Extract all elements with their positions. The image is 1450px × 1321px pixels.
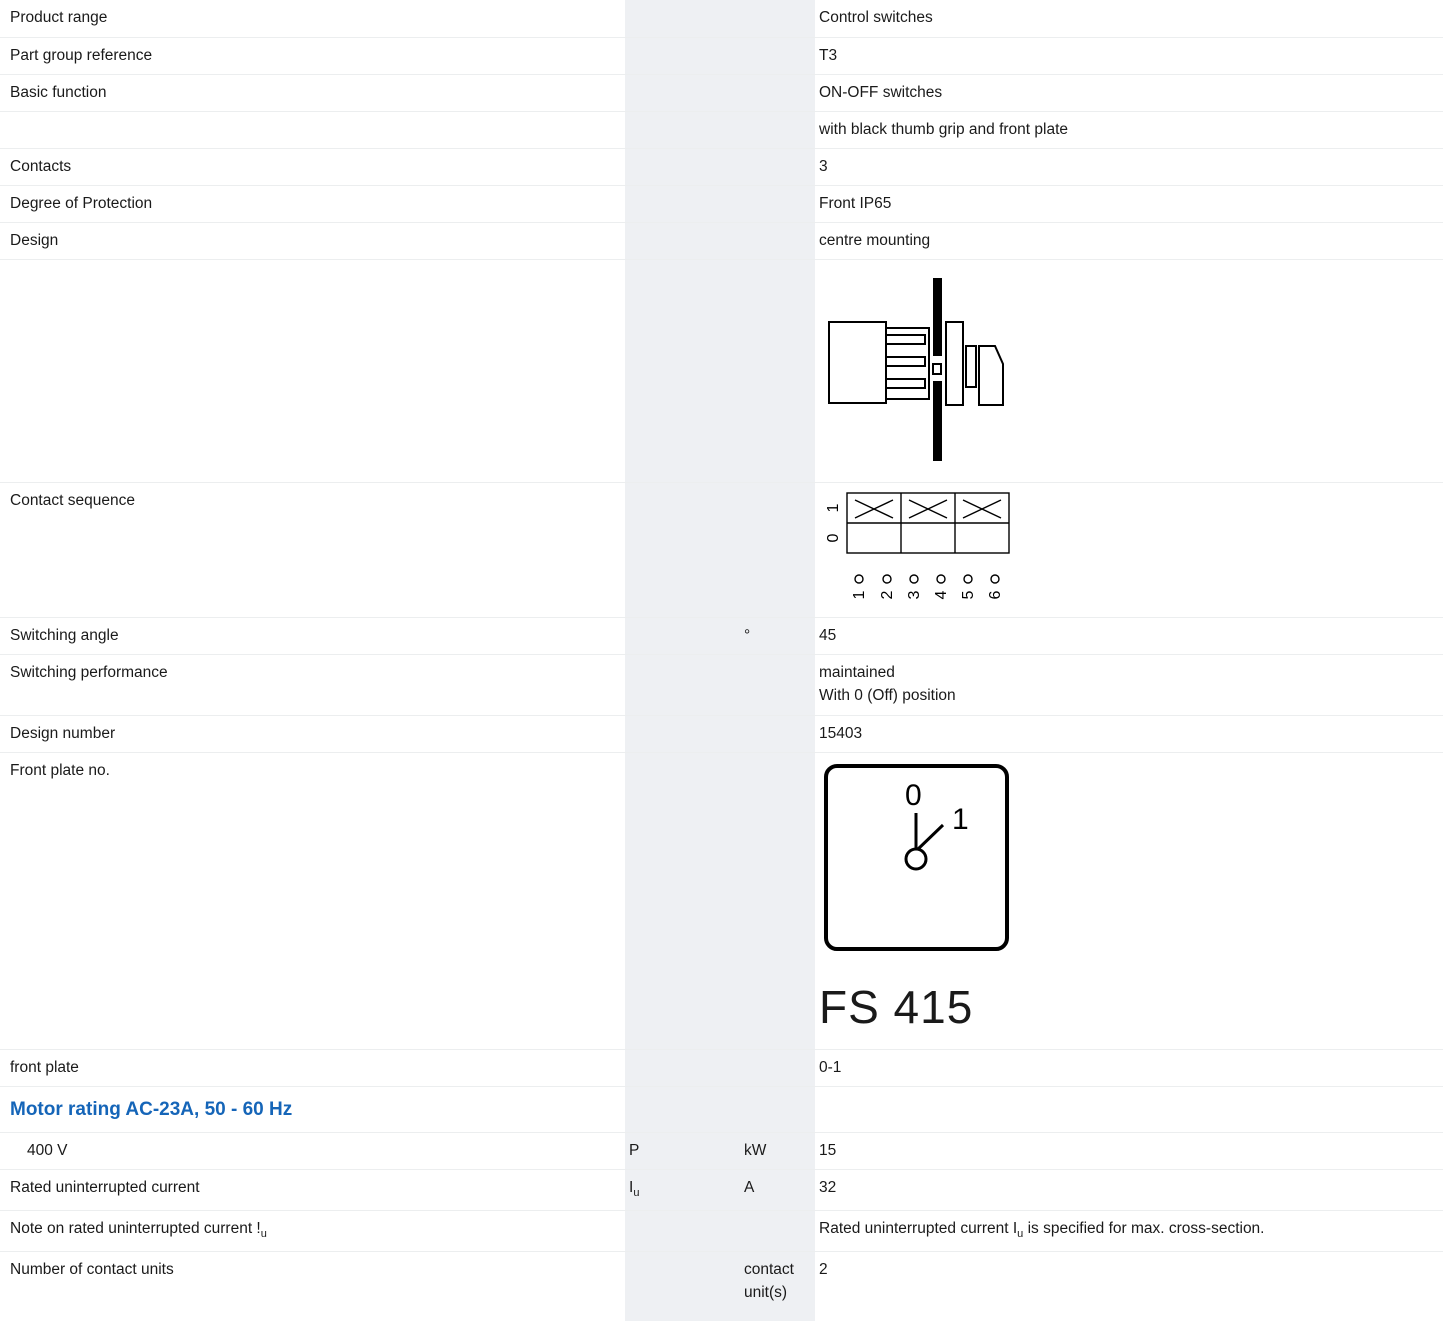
spec-value: maintained With 0 (Off) position [815,654,1443,716]
spec-value: Control switches [815,0,1443,38]
table-row: Note on rated uninterrupted current !u R… [0,1210,1443,1252]
spec-label: Rated uninterrupted current [0,1169,625,1211]
table-row: Part group reference T3 [0,37,1443,75]
table-row: Switching angle ° 45 [0,617,1443,655]
spec-label: Basic function [0,74,625,112]
section-heading: Motor rating AC-23A, 50 - 60 Hz [0,1086,625,1133]
spec-symbol: P [625,1132,740,1170]
plate-position-1: 1 [952,803,969,836]
spec-label: 400 V [0,1132,625,1170]
spec-label: Switching performance [0,654,625,716]
table-row: Switching performance maintained With 0 … [0,654,1443,716]
spec-label: Number of contact units [10,1260,174,1278]
spec-unit: A [740,1169,815,1211]
spec-value: Rated uninterrupted current Iu is specif… [815,1210,1443,1252]
table-row: Contact sequence 1 0 1 2 3 4 5 6 [0,482,1443,618]
table-row: Rated uninterrupted current Iu A 32 [0,1169,1443,1211]
spec-value: 15 [815,1132,1443,1170]
front-plate-code: FS 415 [819,980,974,1033]
spec-value: Front IP65 [815,185,1443,223]
table-row: Front plate no. 0 1 FS 415 [0,752,1443,1050]
spec-value: with black thumb grip and front plate [815,111,1443,149]
plate-position-0: 0 [905,779,922,812]
spec-value: 3 [815,148,1443,186]
position-label-1: 1 [825,503,842,512]
table-row: Basic function ON-OFF switches [0,74,1443,112]
spec-label: Design [0,222,625,260]
table-row: Number of contact units contact unit(s) … [0,1251,1443,1309]
product-spec-sheet: Product range Control switches Part grou… [0,0,1450,1321]
contact-sequence-diagram: 1 0 1 2 3 4 5 6 [825,491,1010,599]
spec-value: ON-OFF switches [815,74,1443,112]
spec-unit: contact unit(s) [744,1260,794,1301]
terminal-label: 1 [851,590,868,599]
position-label-0: 0 [825,533,842,542]
spec-label: Design number [0,715,625,753]
table-row: Design centre mounting [0,222,1443,260]
mounting-diagram-cell [815,259,1443,483]
table-row: Motor rating AC-23A, 50 - 60 Hz [0,1086,1443,1133]
spec-value: centre mounting [815,222,1443,260]
table-row: with black thumb grip and front plate [0,111,1443,149]
spec-label: Note on rated uninterrupted current !u [0,1210,625,1252]
value-line: maintained [819,663,895,681]
spec-value: 32 [815,1169,1443,1211]
table-row: Product range Control switches [0,0,1443,38]
spec-table: Product range Control switches Part grou… [0,0,1443,1309]
terminal-label: 6 [987,590,1004,599]
spec-label: Contact sequence [0,482,625,618]
spec-label: Product range [0,0,625,38]
terminal-label: 2 [879,590,896,599]
table-row: Design number 15403 [0,715,1443,753]
spec-label: Part group reference [0,37,625,75]
table-row: Contacts 3 [0,148,1443,186]
front-plate-cell: 0 1 FS 415 [815,752,1443,1050]
terminal-label: 3 [906,590,923,599]
spec-value: 2 [819,1260,828,1278]
spec-label: Contacts [0,148,625,186]
contact-sequence-cell: 1 0 1 2 3 4 5 6 [815,482,1443,618]
table-row: front plate 0-1 [0,1049,1443,1087]
spec-symbol: Iu [625,1169,740,1211]
front-plate-diagram: 0 1 [824,763,1009,951]
spec-label: Front plate no. [0,752,625,1050]
terminal-label: 4 [933,590,950,599]
centre-mounting-diagram [828,277,1004,461]
table-row: 400 V P kW 15 [0,1132,1443,1170]
table-row: Degree of Protection Front IP65 [0,185,1443,223]
spec-unit: kW [740,1132,815,1170]
spec-value: 45 [815,617,1443,655]
spec-label: Switching angle [0,617,625,655]
spec-value: T3 [815,37,1443,75]
terminal-label: 5 [960,590,977,599]
spec-label: front plate [0,1049,625,1087]
spec-value: 0-1 [815,1049,1443,1087]
table-row [0,259,1443,483]
spec-value: 15403 [815,715,1443,753]
spec-unit: ° [740,617,815,655]
value-line: With 0 (Off) position [819,686,956,704]
spec-label: Degree of Protection [0,185,625,223]
